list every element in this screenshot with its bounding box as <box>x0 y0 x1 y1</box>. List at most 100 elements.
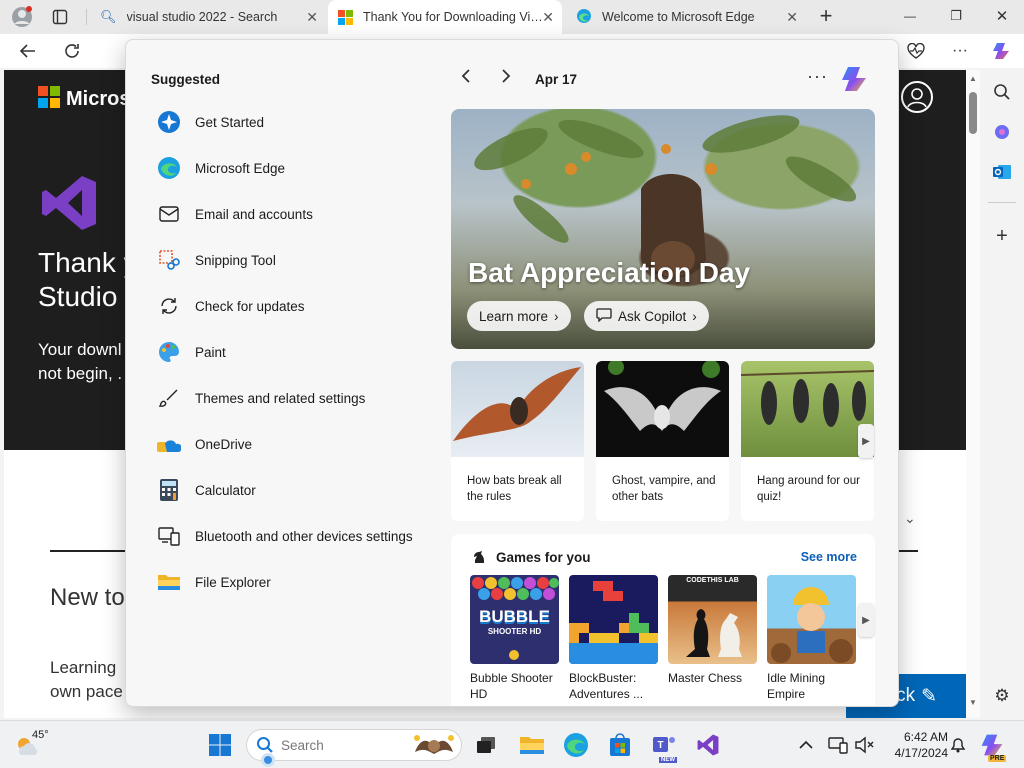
chevron-right-icon: › <box>554 308 559 324</box>
close-tab-icon[interactable]: ✕ <box>542 9 554 26</box>
news-card[interactable]: Hang around for our quiz! <box>741 361 874 521</box>
start-button[interactable] <box>206 731 234 759</box>
copilot-icon[interactable] <box>839 64 869 99</box>
tab-search[interactable]: 🔍︎ visual studio 2022 - Search ✕ <box>92 0 326 34</box>
next-date-icon[interactable] <box>500 68 512 89</box>
task-view-icon[interactable] <box>472 731 500 759</box>
suggested-item-file-explorer[interactable]: File Explorer <box>156 567 271 597</box>
outlook-icon[interactable] <box>990 160 1014 184</box>
account-avatar-icon[interactable] <box>901 81 933 113</box>
see-more-link[interactable]: See more <box>801 550 857 564</box>
widget-more-options[interactable]: ··· <box>807 66 828 87</box>
news-card-caption: Hang around for our quiz! <box>757 475 860 503</box>
close-tab-icon[interactable]: ✕ <box>306 9 318 26</box>
game-tile[interactable]: BlockBuster: Adventures ... <box>569 575 658 702</box>
notifications-icon[interactable] <box>944 731 972 759</box>
edge-icon <box>576 8 592 27</box>
idle-mining-art <box>767 575 856 664</box>
master-chess-art: CODETHIS LAB <box>668 575 757 664</box>
edge-taskbar-icon[interactable] <box>562 731 590 759</box>
scroll-down-icon[interactable]: ▼ <box>969 698 977 707</box>
chevron-up-icon[interactable] <box>792 731 820 759</box>
suggested-item-email[interactable]: Email and accounts <box>156 199 313 229</box>
suggested-item-updates[interactable]: Check for updates <box>156 291 305 321</box>
pre-badge: PRE <box>988 755 1007 762</box>
visual-studio-logo-icon <box>38 172 100 239</box>
calculator-icon <box>156 477 182 503</box>
network-icon[interactable] <box>824 731 852 759</box>
refresh-icon[interactable] <box>60 39 84 63</box>
copilot-icon[interactable] <box>990 39 1014 63</box>
snipping-tool-icon <box>156 247 182 273</box>
game-art-subtitle: SHOOTER HD <box>487 627 542 636</box>
section-paragraph: Learning own pace <box>50 658 123 701</box>
taskbar-search-input[interactable]: Search <box>246 729 462 761</box>
restore-button[interactable]: ❐ <box>944 4 968 28</box>
hanging-bats-photo <box>741 361 874 457</box>
tab-thank-you[interactable]: Thank You for Downloading Visu ✕ <box>328 0 562 34</box>
suggested-item-bluetooth[interactable]: Bluetooth and other devices settings <box>156 521 413 551</box>
hero-news-card[interactable]: Bat Appreciation Day Learn more › Ask Co… <box>451 109 875 349</box>
chess-knight-icon <box>471 548 487 569</box>
new-tab-button[interactable]: + <box>814 3 838 28</box>
profile-avatar[interactable] <box>10 5 34 29</box>
scrollbar-thumb[interactable] <box>969 92 977 134</box>
taskbar: 45° Search T NEW 6:42 AM 4/17/2024 PRE <box>0 720 1024 768</box>
hero-title: Bat Appreciation Day <box>468 257 751 288</box>
tab-actions-icon[interactable] <box>48 5 72 29</box>
widget-date: Apr 17 <box>535 72 578 87</box>
news-card-caption: How bats break all the rules <box>467 475 562 503</box>
tab-welcome-edge[interactable]: Welcome to Microsoft Edge ✕ <box>566 0 806 34</box>
learn-more-button[interactable]: Learn more › <box>467 301 571 331</box>
paint-icon <box>156 339 182 365</box>
news-card[interactable]: Ghost, vampire, and other bats <box>596 361 729 521</box>
close-window-button[interactable]: ✕ <box>990 4 1014 28</box>
gear-icon[interactable]: ⚙ <box>990 684 1014 708</box>
ghost-bat-photo <box>596 361 729 457</box>
search-icon: 🔍︎ <box>100 9 117 24</box>
games-title: Games for you <box>496 550 591 565</box>
minimize-button[interactable]: — <box>898 4 922 28</box>
game-tile[interactable]: Idle Mining Empire <box>767 575 856 702</box>
microsoft-logo-icon <box>338 9 353 25</box>
settings-and-more-icon[interactable]: ··· <box>948 39 972 63</box>
page-heading: Thank y Studio <box>38 247 138 312</box>
suggested-item-edge[interactable]: Microsoft Edge <box>156 153 285 183</box>
ask-copilot-button[interactable]: Ask Copilot › <box>584 301 709 331</box>
previous-date-icon[interactable] <box>460 68 472 89</box>
brush-icon <box>156 385 182 411</box>
teams-icon[interactable]: T <box>650 731 678 759</box>
weather-temperature: 45° <box>32 729 49 741</box>
back-arrow-icon[interactable] <box>16 39 40 63</box>
store-icon[interactable] <box>606 731 634 759</box>
bat-flying-photo <box>451 361 584 457</box>
tab-title: Thank You for Downloading Visu <box>363 10 543 24</box>
suggested-item-calculator[interactable]: Calculator <box>156 475 256 505</box>
suggested-item-onedrive[interactable]: OneDrive <box>156 429 252 459</box>
add-sidebar-app-icon[interactable]: + <box>990 224 1014 248</box>
onedrive-icon <box>156 431 182 457</box>
suggested-item-snipping[interactable]: Snipping Tool <box>156 245 276 275</box>
suggested-item-paint[interactable]: Paint <box>156 337 226 367</box>
file-explorer-icon[interactable] <box>518 731 546 759</box>
games-scroll-right-icon[interactable]: ▶ <box>858 603 874 637</box>
game-tile[interactable]: CODETHIS LAB Master Chess <box>668 575 757 686</box>
taskbar-clock[interactable]: 6:42 AM 4/17/2024 <box>878 729 948 761</box>
news-card[interactable]: How bats break all the rules <box>451 361 584 521</box>
chevron-down-icon[interactable]: ⌄ <box>904 510 916 527</box>
health-icon[interactable] <box>904 39 928 63</box>
search-icon[interactable] <box>990 80 1014 104</box>
volume-muted-icon[interactable] <box>850 731 878 759</box>
game-tile[interactable]: BUBBLE SHOOTER HD Bubble Shooter HD <box>470 575 559 702</box>
close-tab-icon[interactable]: ✕ <box>786 9 798 26</box>
vertical-scrollbar[interactable]: ▲ ▼ <box>966 70 980 718</box>
suggested-item-get-started[interactable]: Get Started <box>156 107 264 137</box>
visual-studio-taskbar-icon[interactable] <box>694 731 722 759</box>
bubble-shooter-art: BUBBLE SHOOTER HD <box>470 575 559 664</box>
scroll-up-icon[interactable]: ▲ <box>969 74 977 83</box>
svg-text:T: T <box>657 740 663 751</box>
copilot-sidebar-icon[interactable] <box>990 120 1014 144</box>
cards-scroll-right-icon[interactable]: ▶ <box>858 424 874 458</box>
refresh-icon <box>156 293 182 319</box>
suggested-item-themes[interactable]: Themes and related settings <box>156 383 365 413</box>
